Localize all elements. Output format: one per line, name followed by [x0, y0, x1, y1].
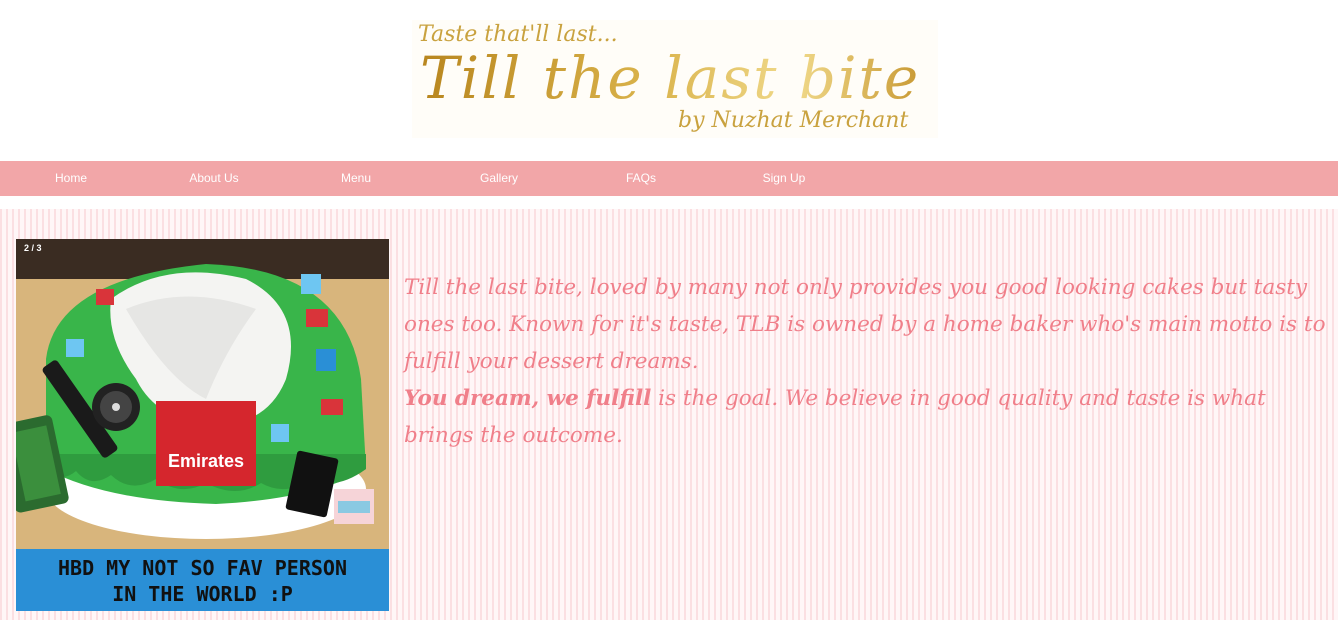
cake-caption-board: HBD MY NOT SO FAV PERSON IN THE WORLD :P: [16, 549, 389, 611]
intro-paragraph-1: Till the last bite, loved by many not on…: [404, 275, 1326, 374]
site-logo[interactable]: Taste that'll last... Till the last bite…: [412, 20, 938, 138]
nav-item-about-us[interactable]: About Us: [174, 161, 254, 196]
nav-item-home[interactable]: Home: [36, 161, 106, 196]
intro-paragraph-2: You dream, we fulfill is the goal. We be…: [404, 380, 1338, 454]
main-nav: Home About Us Menu Gallery FAQs Sign Up: [0, 161, 1338, 196]
logo-title: Till the last bite: [420, 44, 921, 112]
main-content: 2 / 3 Emirates HBD MY NOT SO FAV PERSON …: [0, 209, 1338, 620]
image-slideshow[interactable]: 2 / 3 Emirates HBD MY NOT SO FAV PERSON …: [16, 239, 389, 611]
caption-line-2: IN THE WORLD :P: [112, 582, 293, 606]
nav-item-menu[interactable]: Menu: [326, 161, 386, 196]
nav-item-sign-up[interactable]: Sign Up: [748, 161, 820, 196]
emirates-label: Emirates: [168, 451, 244, 471]
site-header: Taste that'll last... Till the last bite…: [0, 0, 1338, 161]
intro-slogan: You dream, we fulfill: [404, 386, 652, 411]
intro-text: Till the last bite, loved by many not on…: [404, 269, 1338, 454]
logo-byline: by Nuzhat Merchant: [678, 108, 909, 133]
nav-item-faqs[interactable]: FAQs: [611, 161, 671, 196]
slide-counter: 2 / 3: [24, 243, 42, 253]
caption-line-1: HBD MY NOT SO FAV PERSON: [58, 556, 347, 580]
nav-item-gallery[interactable]: Gallery: [464, 161, 534, 196]
